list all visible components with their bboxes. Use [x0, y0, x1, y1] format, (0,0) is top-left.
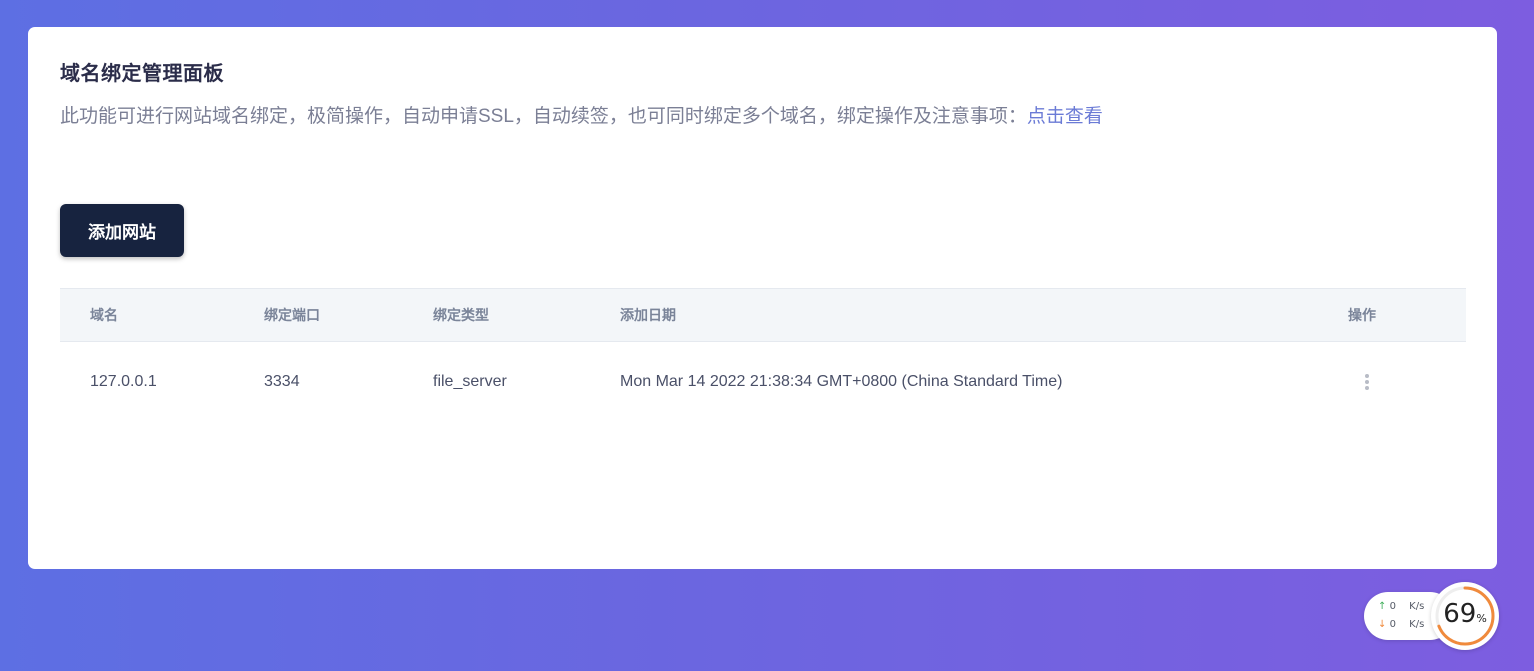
cpu-value: 69 — [1443, 599, 1477, 629]
cell-domain: 127.0.0.1 — [90, 373, 157, 390]
table-row: 127.0.0.1 3334 file_server Mon Mar 14 20… — [60, 342, 1466, 422]
cell-type: file_server — [433, 373, 507, 390]
domain-binding-panel: 域名绑定管理面板 此功能可进行网站域名绑定，极简操作，自动申请SSL，自动续签，… — [28, 27, 1497, 569]
header-domain: 域名 — [90, 307, 118, 323]
upload-speed: ↑ 0 K/s — [1378, 601, 1424, 612]
header-port: 绑定端口 — [264, 307, 320, 323]
header-type: 绑定类型 — [433, 307, 489, 323]
download-arrow-icon: ↓ — [1378, 619, 1387, 630]
cell-date: Mon Mar 14 2022 21:38:34 GMT+0800 (China… — [620, 373, 1063, 390]
more-vertical-icon[interactable] — [1363, 374, 1371, 390]
panel-description: 此功能可进行网站域名绑定，极简操作，自动申请SSL，自动续签，也可同时绑定多个域… — [60, 101, 1103, 128]
kebab-dot — [1365, 380, 1369, 384]
add-website-button[interactable]: 添加网站 — [60, 204, 184, 257]
download-value: 0 — [1389, 619, 1396, 630]
panel-description-text: 此功能可进行网站域名绑定，极简操作，自动申请SSL，自动续签，也可同时绑定多个域… — [60, 106, 1027, 127]
kebab-dot — [1365, 374, 1369, 378]
download-unit: K/s — [1409, 619, 1425, 630]
domain-table: 域名 绑定端口 绑定类型 添加日期 操作 127.0.0.1 3334 file… — [60, 288, 1466, 422]
download-speed: ↓ 0 K/s — [1378, 619, 1424, 630]
cell-port: 3334 — [264, 373, 300, 390]
panel-title: 域名绑定管理面板 — [60, 63, 224, 85]
cpu-unit: % — [1476, 612, 1487, 625]
header-ops: 操作 — [1348, 307, 1376, 323]
upload-unit: K/s — [1409, 601, 1425, 612]
kebab-dot — [1365, 386, 1369, 390]
cpu-usage-gauge[interactable]: 69% — [1431, 582, 1499, 650]
table-header: 域名 绑定端口 绑定类型 添加日期 操作 — [60, 288, 1466, 342]
upload-arrow-icon: ↑ — [1378, 601, 1387, 612]
view-details-link[interactable]: 点击查看 — [1027, 106, 1103, 127]
cpu-value-label: 69% — [1431, 599, 1499, 629]
header-date: 添加日期 — [620, 307, 676, 323]
upload-value: 0 — [1389, 601, 1396, 612]
